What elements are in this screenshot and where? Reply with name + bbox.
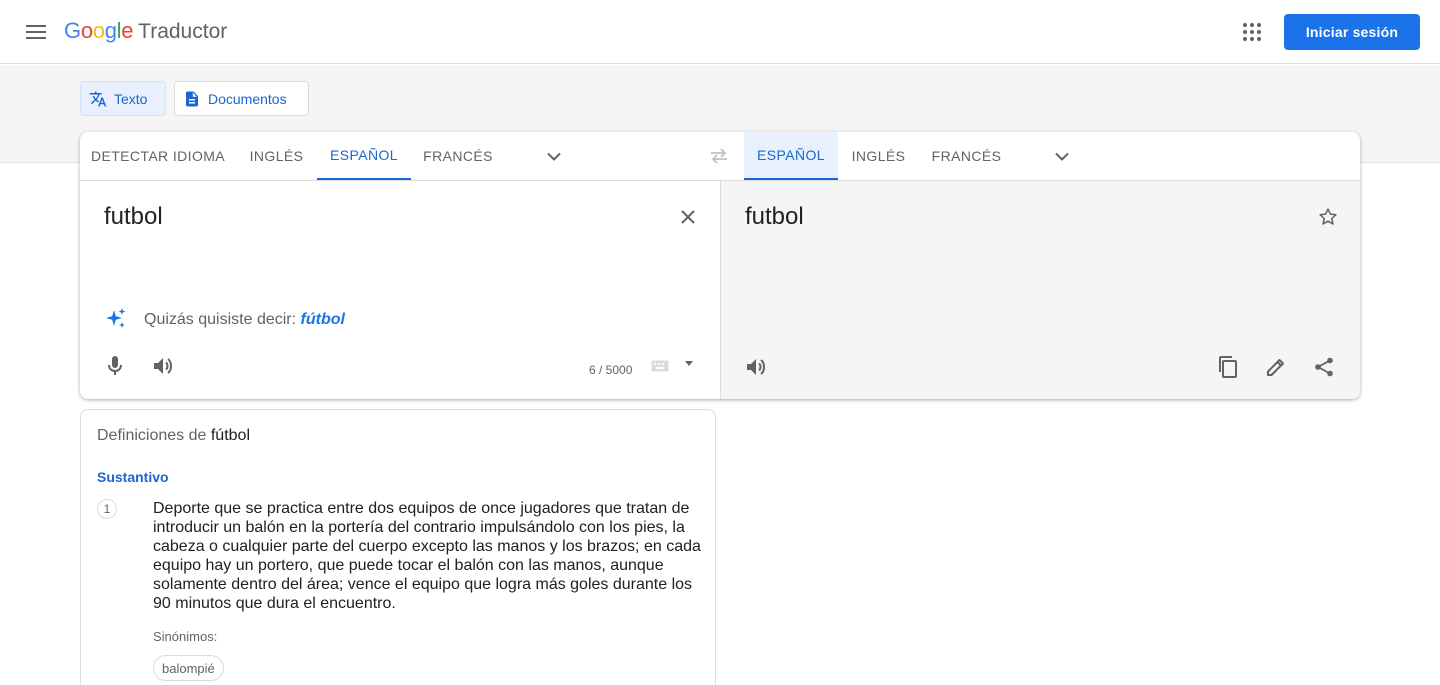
google-apps-button[interactable] xyxy=(1236,16,1268,48)
close-icon xyxy=(681,210,695,224)
star-icon xyxy=(1319,208,1337,225)
input-tools-button[interactable] xyxy=(650,354,694,378)
main-menu-button[interactable] xyxy=(20,16,52,48)
logo-letter: o xyxy=(80,18,93,43)
tab-target-spanish[interactable]: ESPAÑOL xyxy=(744,132,838,180)
sparkle-icon xyxy=(106,308,126,328)
definitions-panel: Definiciones de fútbol Sustantivo 1 Depo… xyxy=(80,409,716,685)
translation-card: DETECTAR IDIOMA INGLÉS ESPAÑOL FRANCÉS E… xyxy=(80,132,1360,399)
did-you-mean-prefix: Quizás quisiste decir: xyxy=(144,311,297,328)
listen-translation-button[interactable] xyxy=(820,350,852,382)
clear-text-button[interactable] xyxy=(672,201,704,233)
definitions-title: Definiciones de fútbol xyxy=(97,427,250,445)
mode-text-button[interactable]: Texto xyxy=(80,81,166,116)
mode-documents-button[interactable]: Documentos xyxy=(174,81,309,116)
chevron-down-icon xyxy=(1055,152,1069,161)
source-panel: futbol Quizás quisiste decir: fútbol 6 /… xyxy=(80,181,720,399)
logo-letter: e xyxy=(121,18,134,43)
copy-icon xyxy=(1219,356,1237,378)
mode-documents-label: Documentos xyxy=(208,90,287,107)
source-language-dropdown[interactable] xyxy=(542,144,566,168)
app-header: Google Traductor Iniciar sesión xyxy=(0,0,1440,64)
tab-target-french[interactable]: FRANCÉS xyxy=(919,132,1014,180)
language-bar: DETECTAR IDIOMA INGLÉS ESPAÑOL FRANCÉS E… xyxy=(80,132,1360,181)
swap-languages-button[interactable] xyxy=(707,144,731,168)
tab-source-english[interactable]: INGLÉS xyxy=(236,132,317,180)
definition-number: 1 xyxy=(97,499,117,519)
pencil-icon xyxy=(1267,359,1284,376)
logo-letter: o xyxy=(92,18,105,43)
tab-source-french[interactable]: FRANCÉS xyxy=(411,132,505,180)
product-name: Traductor xyxy=(138,20,228,43)
hamburger-menu-icon xyxy=(26,25,46,39)
listen-target-button[interactable] xyxy=(740,351,772,383)
tab-source-spanish[interactable]: ESPAÑOL xyxy=(317,132,411,180)
listen-source-button[interactable] xyxy=(147,350,179,382)
target-language-dropdown[interactable] xyxy=(1050,144,1074,168)
did-you-mean: Quizás quisiste decir: fútbol xyxy=(144,311,345,329)
translate-icon xyxy=(89,91,107,106)
chevron-down-icon xyxy=(547,152,561,161)
tab-source-detect[interactable]: DETECTAR IDIOMA xyxy=(80,132,236,180)
part-of-speech: Sustantivo xyxy=(97,469,169,485)
keyboard-icon xyxy=(651,360,669,372)
definitions-title-prefix: Definiciones de xyxy=(97,427,207,444)
translation-output: futbol xyxy=(745,203,804,230)
speaker-icon xyxy=(154,358,172,374)
document-icon xyxy=(186,91,198,106)
voice-input-button[interactable] xyxy=(99,350,131,382)
character-counter: 6 / 5000 xyxy=(589,363,633,377)
logo-letter: G xyxy=(64,18,81,43)
suggested-word-link[interactable]: fútbol xyxy=(301,311,345,328)
mode-text-label: Texto xyxy=(114,90,148,107)
caret-down-icon xyxy=(685,360,693,366)
microphone-icon xyxy=(108,356,122,375)
tab-target-english[interactable]: INGLÉS xyxy=(838,132,919,180)
google-wordmark: Google xyxy=(64,18,133,44)
speaker-icon xyxy=(747,359,765,375)
swap-icon xyxy=(711,148,727,164)
copy-translation-button[interactable] xyxy=(1212,351,1244,383)
share-translation-button[interactable] xyxy=(1308,351,1340,383)
synonyms-label: Sinónimos: xyxy=(153,629,218,644)
logo-letter: g xyxy=(104,18,117,43)
source-text-input[interactable]: futbol xyxy=(104,203,163,231)
google-translate-logo[interactable]: Google Traductor xyxy=(64,18,227,44)
apps-grid-icon xyxy=(1243,23,1261,41)
synonym-chip[interactable]: balompié xyxy=(153,655,224,681)
save-translation-button[interactable] xyxy=(1312,201,1344,233)
share-icon xyxy=(1315,357,1333,377)
definitions-term: fútbol xyxy=(210,427,250,444)
sign-in-button[interactable]: Iniciar sesión xyxy=(1284,14,1420,50)
edit-translation-button[interactable] xyxy=(1260,351,1292,383)
definition-text: Deporte que se practica entre dos equipo… xyxy=(153,500,701,612)
